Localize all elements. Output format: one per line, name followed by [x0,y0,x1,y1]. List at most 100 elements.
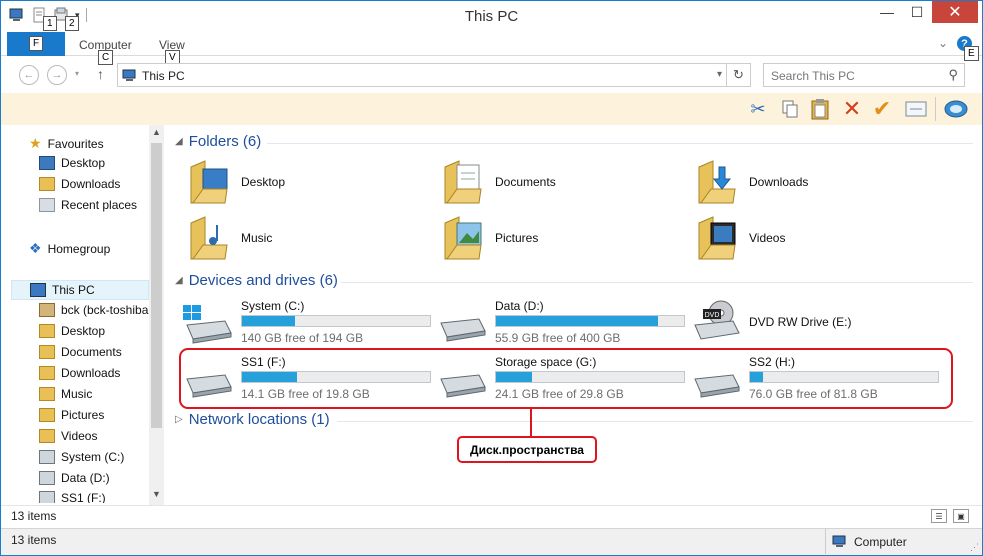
nav-downloads[interactable]: Downloads [39,177,120,191]
drive-name: System (C:) [241,299,305,313]
drive-system-c[interactable]: System (C:) 140 GB free of 194 GB [181,299,431,347]
recent-locations-icon[interactable]: ▾ [75,69,79,78]
nav-label: Desktop [61,156,106,170]
details-view-icon[interactable]: ☰ [931,509,947,523]
computer-icon [122,69,136,81]
folder-label: Videos [749,231,786,245]
homegroup-icon: ❖ [29,240,42,256]
nav-this-pc[interactable]: This PC [11,280,149,300]
nav-label: Pictures [61,408,105,422]
up-icon[interactable]: ↑ [97,66,104,82]
callout-label: Диск.пространства [457,436,597,463]
paste-icon[interactable] [807,96,833,122]
nav-user[interactable]: bck (bck-toshiba [39,303,148,317]
pictures-folder-icon [444,216,482,260]
folder-downloads[interactable]: Downloads [695,159,808,205]
item-count: 13 items [11,509,57,523]
desktop-folder-icon [190,160,228,204]
nav-desktop-2[interactable]: Desktop [39,324,105,338]
downloads-folder-icon [698,160,736,204]
back-button[interactable]: ← [19,65,39,85]
refresh-button[interactable]: ↻ [726,64,750,86]
chevron-down-icon[interactable]: ⌄ [938,36,948,50]
expand-icon[interactable]: ▷ [175,414,183,425]
desktop-icon [39,324,55,338]
documents-icon [39,345,55,359]
navigation-row: ← → ▾ ↑ This PC ▾ ↻ Search This PC ⚲ [1,61,982,89]
nav-label: Data (D:) [61,471,110,485]
group-title: Network locations (1) [188,411,330,428]
resize-grip-icon[interactable]: ⋰ [970,542,979,553]
folder-documents[interactable]: Documents [441,159,556,205]
cut-icon[interactable]: ✂ [745,96,771,122]
delete-icon[interactable]: ✕ [839,96,865,122]
dvd-badge: DVD [705,312,720,319]
dvd-drive-icon: DVD [694,300,740,340]
nav-pictures[interactable]: Pictures [39,408,104,422]
drive-name: DVD RW Drive (E:) [749,315,852,329]
nav-homegroup[interactable]: ❖ Homegroup [29,240,110,257]
nav-favourites[interactable]: ★ Favourites [29,135,104,152]
window-controls: — ☐ ✕ [872,1,978,23]
nav-label: Homegroup [47,241,111,256]
drive-data-d[interactable]: Data (D:) 55.9 GB free of 400 GB [435,299,685,347]
downloads-icon [39,366,55,380]
address-bar[interactable]: This PC ▾ ↻ [117,63,751,87]
folder-videos[interactable]: Videos [695,215,785,261]
drive-usage-fill [496,316,658,326]
nav-music[interactable]: Music [39,387,92,401]
nav-label: Favourites [47,136,104,151]
drive-usage-bar [241,315,431,327]
network-icon[interactable] [943,96,969,122]
nav-label: Downloads [61,366,121,380]
maximize-button[interactable]: ☐ [902,1,932,23]
nav-label: bck (bck-toshiba [61,303,149,317]
callout-connector [530,409,532,436]
folder-desktop[interactable]: Desktop [187,159,285,205]
search-icon[interactable]: ⚲ [948,67,958,83]
nav-recent-places[interactable]: Recent places [39,198,137,212]
videos-folder-icon [698,216,736,260]
search-box[interactable]: Search This PC ⚲ [763,63,965,87]
tab-file[interactable]: F [7,32,65,56]
large-icons-view-icon[interactable]: ▣ [953,509,969,523]
drive-dvd-e[interactable]: DVD DVD RW Drive (E:) [689,299,939,347]
nav-data-d[interactable]: Data (D:) [39,471,110,485]
scroll-up-icon[interactable]: ▲ [152,127,161,137]
nav-label: Downloads [61,177,121,191]
nav-documents[interactable]: Documents [39,345,122,359]
status-bar: 13 items Computer ⋰ [1,528,982,555]
nav-desktop[interactable]: Desktop [39,156,105,170]
recent-icon [39,198,55,212]
close-button[interactable]: ✕ [932,1,978,23]
properties-icon[interactable] [903,96,929,122]
window-title: This PC [464,8,519,25]
copy-icon[interactable] [777,96,803,122]
group-folders[interactable]: ◢ Folders (6) [175,133,261,150]
scrollbar-thumb[interactable] [151,143,162,428]
nav-downloads-2[interactable]: Downloads [39,366,120,380]
group-network[interactable]: ▷ Network locations (1) [175,411,330,428]
drive-icon [440,318,486,342]
nav-videos[interactable]: Videos [39,429,97,443]
ribbon-tabs: F Computer C View V ⌄ ? E [1,32,982,65]
scroll-down-icon[interactable]: ▼ [152,489,161,499]
pictures-icon [39,408,55,422]
minimize-button[interactable]: — [872,1,902,23]
nav-ss1-f[interactable]: SS1 (F:) [39,491,106,503]
drive-icon [39,471,55,485]
folder-pictures[interactable]: Pictures [441,215,538,261]
folder-music[interactable]: Music [187,215,272,261]
group-devices[interactable]: ◢ Devices and drives (6) [175,272,338,289]
forward-button[interactable]: → [47,65,67,85]
keytip-file: F [29,36,44,51]
collapse-icon[interactable]: ◢ [175,275,183,286]
check-icon[interactable]: ✔ [869,96,895,122]
drive-name: Data (D:) [495,299,544,313]
computer-icon [832,535,846,547]
collapse-icon[interactable]: ◢ [175,136,183,147]
folder-label: Music [241,231,273,245]
address-dropdown-icon[interactable]: ▾ [717,69,722,80]
nav-scrollbar[interactable]: ▲ ▼ [149,125,164,505]
nav-system-c[interactable]: System (C:) [39,450,124,464]
